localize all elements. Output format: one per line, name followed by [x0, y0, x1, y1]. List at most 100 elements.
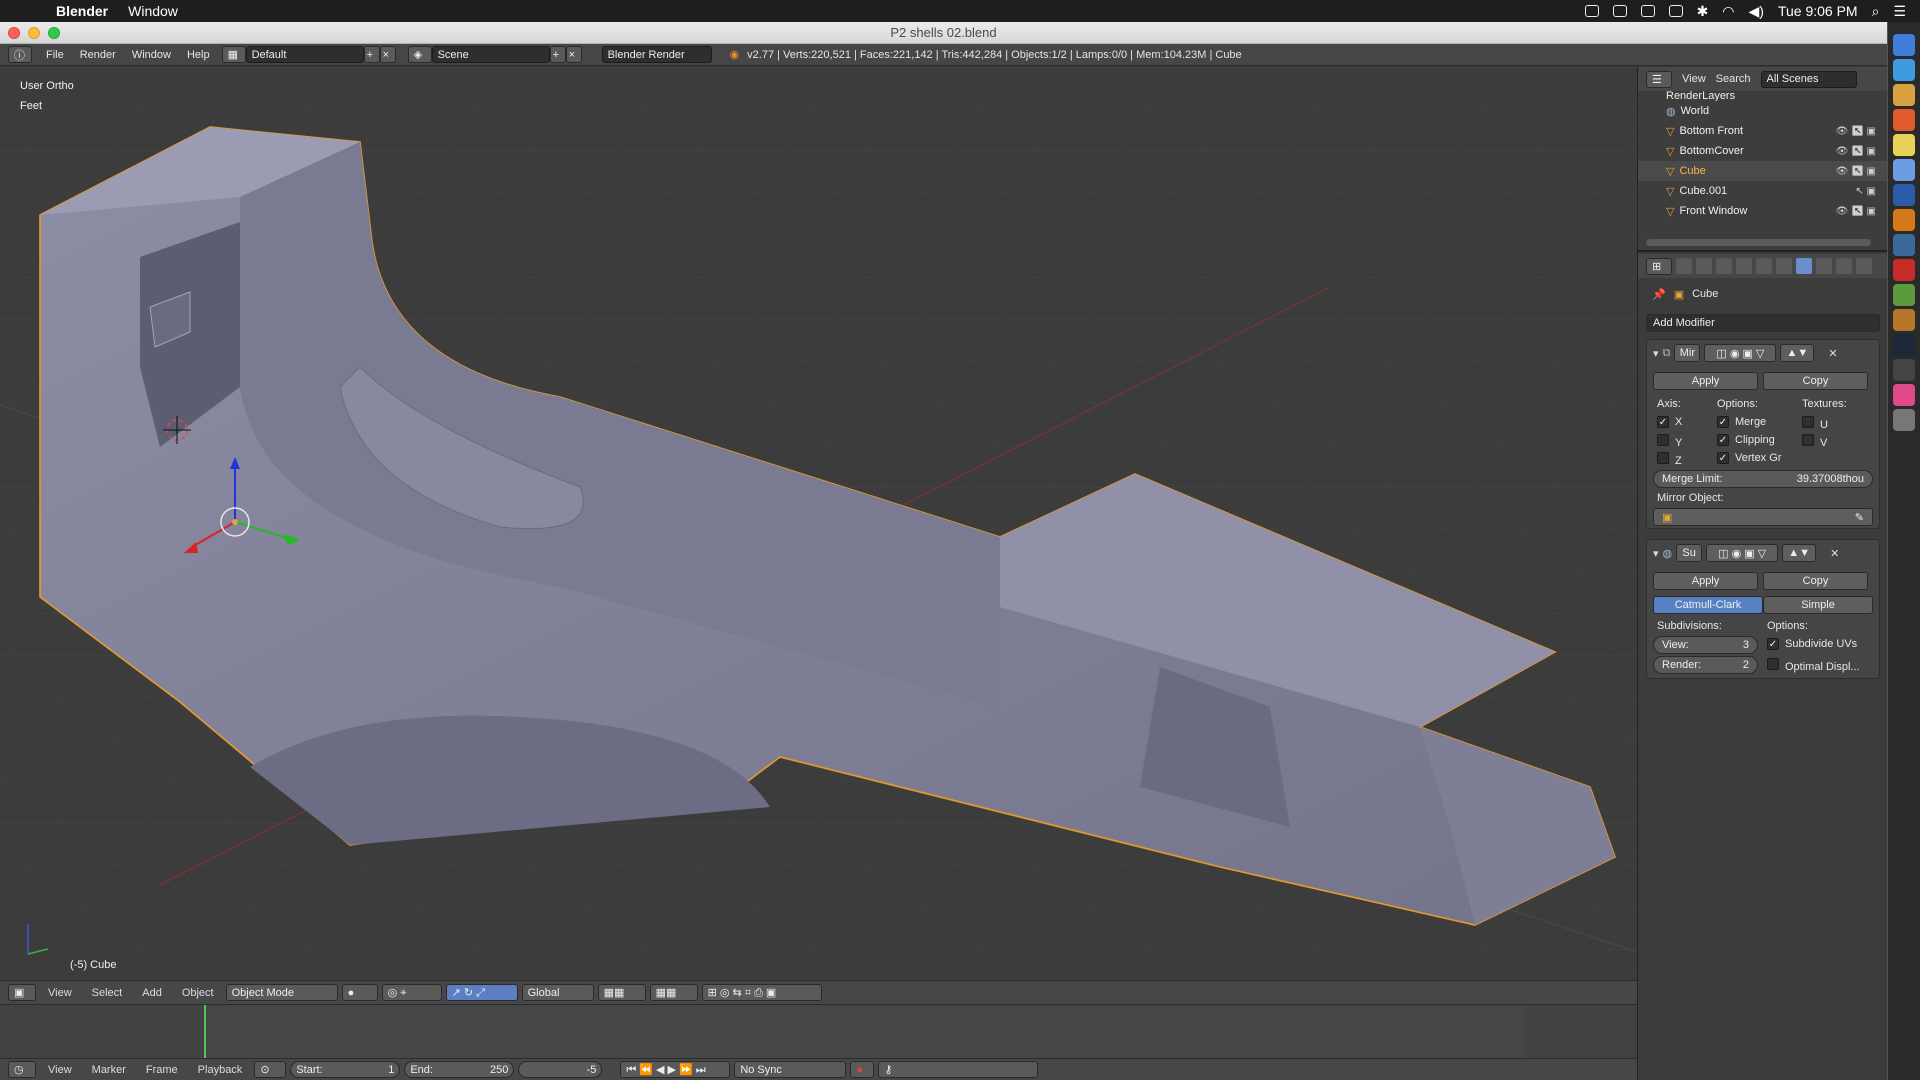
object-menu[interactable]: Object — [174, 987, 222, 999]
layers-tab-icon[interactable] — [1696, 258, 1712, 274]
timeline-view-menu[interactable]: View — [40, 1064, 80, 1076]
outliner-filter[interactable]: All Scenes — [1760, 70, 1857, 88]
view-menu[interactable]: View — [40, 987, 80, 999]
dock-steam-icon[interactable] — [1893, 334, 1915, 356]
collapse-icon[interactable]: ▾ — [1653, 547, 1659, 560]
world-tab-icon[interactable] — [1736, 258, 1752, 274]
mode-selector[interactable]: Object Mode — [225, 984, 338, 1001]
current-frame-field[interactable]: -5 — [518, 1061, 603, 1078]
render-engine-selector[interactable]: Blender Render — [601, 46, 712, 63]
remove-layout-icon[interactable]: × — [379, 46, 396, 63]
dock-lightroom-icon[interactable] — [1893, 234, 1915, 256]
dock-photoshop-icon[interactable] — [1893, 184, 1915, 206]
scene-icon[interactable]: ◈ — [407, 46, 432, 63]
wifi-icon[interactable]: ◠ — [1722, 3, 1734, 20]
preview-range-icon[interactable]: ⊙ — [254, 1061, 287, 1078]
outliner-search-menu[interactable]: Search — [1716, 73, 1751, 85]
window-menu-blender[interactable]: Window — [124, 49, 179, 61]
layer-buttons[interactable]: ▦▦ — [597, 984, 646, 1001]
notification-center-icon[interactable]: ☰ — [1893, 3, 1906, 20]
collapse-icon[interactable]: ▾ — [1653, 347, 1659, 360]
creative-cloud-icon[interactable] — [1584, 5, 1599, 17]
select-menu[interactable]: Select — [84, 987, 131, 999]
subdiv-view-field[interactable]: View: 3 — [1653, 636, 1758, 654]
dock-mail-icon[interactable] — [1893, 159, 1915, 181]
zoom-window-button[interactable] — [48, 26, 60, 39]
render-menu[interactable]: Render — [72, 49, 124, 61]
spotlight-search-icon[interactable]: ⌕ — [1872, 3, 1880, 20]
merge-checkbox[interactable]: ✓ Merge — [1717, 416, 1766, 428]
playback-controls[interactable]: ⏮ ⏪ ◀ ▶ ⏩ ⏭ — [620, 1061, 731, 1078]
texture-u-checkbox[interactable]: U — [1802, 416, 1828, 431]
orientation-selector[interactable]: Global — [521, 984, 594, 1001]
subdiv-render-field[interactable]: Render: 2 — [1653, 656, 1758, 674]
subsurf-apply-button[interactable]: Apply — [1653, 572, 1758, 590]
data-tab-icon[interactable] — [1816, 258, 1832, 274]
playback-menu[interactable]: Playback — [190, 1064, 251, 1076]
subsurf-name-field[interactable]: Su — [1676, 544, 1703, 562]
layout-icon[interactable]: ▦ — [221, 46, 246, 63]
time-machine-icon[interactable] — [1668, 5, 1683, 17]
mirror-copy-button[interactable]: Copy — [1763, 372, 1868, 390]
outliner[interactable]: ☰ View Search All Scenes RenderLayers ◍ W… — [1638, 67, 1888, 252]
texture-v-checkbox[interactable]: V — [1802, 434, 1827, 449]
window-menu[interactable]: Window — [128, 3, 178, 19]
add-modifier-dropdown[interactable]: Add Modifier — [1646, 314, 1880, 332]
dock-muse-icon[interactable] — [1893, 284, 1915, 306]
properties-editor[interactable]: ⊞ 📌 ▣ Cube Add Modifier ▾ ⧉ Mir ◫ ◉ ▣ ▽ … — [1638, 254, 1888, 1080]
visibility-icons[interactable]: ↖ ▣ — [1855, 186, 1876, 197]
outliner-item-world[interactable]: ◍ World — [1638, 101, 1888, 121]
dock-itunes-icon[interactable] — [1893, 384, 1915, 406]
axis-x-checkbox[interactable]: ✓ X — [1657, 416, 1682, 428]
dock-chrome-icon[interactable] — [1893, 84, 1915, 106]
scene-tab-icon[interactable] — [1716, 258, 1732, 274]
simple-button[interactable]: Simple — [1763, 596, 1873, 614]
layout-selector[interactable]: Default — [245, 46, 364, 63]
outliner-view-menu[interactable]: View — [1682, 73, 1706, 85]
record-icon[interactable]: ● — [850, 1061, 875, 1078]
subsurf-copy-button[interactable]: Copy — [1763, 572, 1868, 590]
material-tab-icon[interactable] — [1836, 258, 1852, 274]
end-frame-field[interactable]: End: 250 — [404, 1061, 515, 1078]
dock-illustrator-icon[interactable] — [1893, 209, 1915, 231]
outliner-item-front-window[interactable]: ▽ Front Window 👁 ↖ ▣ — [1638, 201, 1888, 221]
mirror-apply-button[interactable]: Apply — [1653, 372, 1758, 390]
current-frame-marker[interactable] — [204, 1005, 206, 1063]
viewport-canvas[interactable] — [0, 67, 1637, 980]
outliner-item-bottomcover[interactable]: ▽ BottomCover 👁 ↖ ▣ — [1638, 141, 1888, 161]
render-tab-icon[interactable] — [1676, 258, 1692, 274]
visibility-icons[interactable]: 👁 ↖ ▣ — [1836, 206, 1876, 217]
timeline-track[interactable] — [0, 1004, 1637, 1063]
outliner-item-renderlayers[interactable]: RenderLayers — [1638, 91, 1888, 101]
sync-selector[interactable]: No Sync — [734, 1061, 847, 1078]
constraints-tab-icon[interactable] — [1776, 258, 1792, 274]
axis-y-checkbox[interactable]: Y — [1657, 434, 1682, 449]
marker-menu[interactable]: Marker — [84, 1064, 134, 1076]
dock-trash-icon[interactable] — [1893, 409, 1915, 431]
optimal-display-checkbox[interactable]: Optimal Displ... — [1767, 658, 1860, 673]
app-menu[interactable]: Blender — [56, 3, 108, 19]
outliner-item-bottom-front[interactable]: ▽ Bottom Front 👁 ↖ ▣ — [1638, 121, 1888, 141]
camera-icon[interactable] — [1612, 5, 1627, 17]
mirror-name-field[interactable]: Mir — [1674, 344, 1701, 362]
eyedropper-icon[interactable]: ✎ — [1855, 511, 1864, 524]
outliner-editor-type-icon[interactable]: ☰ — [1646, 70, 1672, 88]
3d-viewport[interactable]: User Ortho Feet (-5) Cube — [0, 67, 1637, 980]
minimize-window-button[interactable] — [28, 26, 40, 39]
outliner-item-cube-001[interactable]: ▽ Cube.001 ↖ ▣ — [1638, 181, 1888, 201]
mirror-display-toggles[interactable]: ◫ ◉ ▣ ▽ — [1704, 344, 1777, 362]
close-window-button[interactable] — [8, 26, 20, 39]
start-frame-field[interactable]: Start: 1 — [290, 1061, 401, 1078]
visibility-icons[interactable]: 👁 ↖ ▣ — [1836, 146, 1876, 157]
bluetooth-icon[interactable]: ✱ — [1697, 3, 1709, 20]
pivot-snap-icons[interactable]: ◎ ⌖ — [381, 984, 442, 1001]
visibility-icons[interactable]: 👁 ↖ ▣ — [1836, 126, 1876, 137]
subsurf-display-toggles[interactable]: ◫ ◉ ▣ ▽ — [1706, 544, 1779, 562]
add-scene-icon[interactable]: + — [549, 46, 566, 63]
help-menu[interactable]: Help — [179, 49, 218, 61]
mirror-move-buttons[interactable]: ▲▼ — [1780, 344, 1815, 362]
frame-menu[interactable]: Frame — [138, 1064, 186, 1076]
subdivide-uvs-checkbox[interactable]: ✓ Subdivide UVs — [1767, 638, 1857, 650]
pin-icon[interactable]: 📌 — [1652, 288, 1666, 301]
mirror-remove-icon[interactable]: ✕ — [1828, 347, 1837, 360]
